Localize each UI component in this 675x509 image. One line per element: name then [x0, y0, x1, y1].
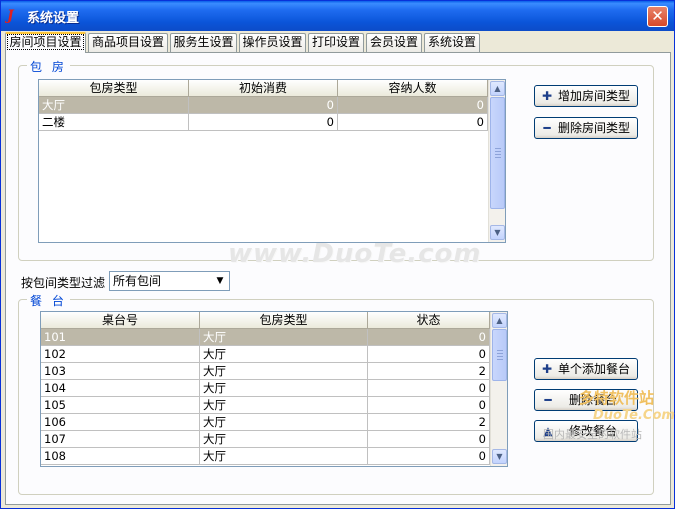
table-row[interactable]: 106 大厅 2	[41, 414, 490, 431]
tab-member-settings[interactable]: 会员设置	[366, 33, 422, 52]
cell-status: 2	[368, 363, 490, 380]
dining-tables-grid[interactable]: 桌台号 包房类型 状态 101 大厅 0 102 大厅 0 103 大厅 2 1…	[40, 311, 508, 467]
scroll-thumb[interactable]	[492, 329, 507, 381]
cell-table-no: 101	[41, 329, 200, 346]
tab-goods-settings[interactable]: 商品项目设置	[88, 33, 168, 52]
cell-room-type: 大厅	[200, 431, 368, 448]
cell-room-type: 大厅	[200, 397, 368, 414]
column-header[interactable]: 桌台号	[41, 312, 200, 329]
cell-room-type: 大厅	[200, 380, 368, 397]
scroll-down-icon[interactable]: ▼	[492, 449, 507, 464]
cell-table-no: 107	[41, 431, 200, 448]
room-type-filter-select[interactable]: 所有包间 ▼	[109, 271, 230, 291]
table-row[interactable]: 102 大厅 0	[41, 346, 490, 363]
room-grid-scrollbar[interactable]: ▲ ▼	[488, 80, 505, 242]
cell-status: 0	[368, 448, 490, 465]
minus-icon: ━	[543, 121, 551, 135]
tab-system-settings[interactable]: 系统设置	[424, 33, 480, 52]
close-button[interactable]: ✕	[647, 6, 668, 27]
table-row[interactable]: 101 大厅 0	[41, 329, 490, 346]
cell-status: 0	[368, 329, 490, 346]
title-bar[interactable]: J 系统设置 ✕	[1, 1, 674, 31]
window-title: 系统设置	[27, 11, 80, 26]
settings-window: J 系统设置 ✕ 房间项目设置 商品项目设置 服务生设置 操作员设置 打印设置 …	[0, 0, 675, 509]
cell-min-spend: 0	[189, 114, 338, 131]
rooms-group-legend: 包 房	[27, 58, 70, 75]
cell-room-type: 大厅	[200, 363, 368, 380]
scroll-thumb[interactable]	[490, 97, 505, 209]
cell-capacity: 0	[338, 97, 488, 114]
room-types-grid[interactable]: 包房类型 初始消费 容纳人数 大厅 0 0 二楼 0 0 ▲ ▼	[38, 79, 506, 243]
cell-room-type: 大厅	[200, 448, 368, 465]
cell-min-spend: 0	[189, 97, 338, 114]
tab-waiter-settings[interactable]: 服务生设置	[170, 33, 237, 52]
cell-room-type: 大厅	[200, 329, 368, 346]
table-row[interactable]: 105 大厅 0	[41, 397, 490, 414]
tables-grid-scrollbar[interactable]: ▲ ▼	[490, 312, 507, 466]
tab-room-settings[interactable]: 房间项目设置	[5, 32, 86, 53]
cell-status: 0	[368, 380, 490, 397]
cell-table-no: 103	[41, 363, 200, 380]
scroll-up-icon[interactable]: ▲	[492, 313, 507, 328]
watermark-slogan: 国内最安全的软件站	[543, 428, 642, 441]
cell-capacity: 0	[338, 114, 488, 131]
cell-status: 2	[368, 414, 490, 431]
cell-room-type: 大厅	[200, 414, 368, 431]
table-row[interactable]: 103 大厅 2	[41, 363, 490, 380]
watermark-text: www.DuoTe.com	[228, 239, 482, 269]
tables-grid-header: 桌台号 包房类型 状态	[41, 312, 490, 329]
add-room-type-button[interactable]: ✚ 增加房间类型	[534, 85, 638, 107]
plus-icon: ✚	[541, 89, 553, 103]
tab-print-settings[interactable]: 打印设置	[308, 33, 364, 52]
watermark-site-name: 多特软件站	[579, 389, 655, 407]
cell-room-type: 大厅	[200, 346, 368, 363]
app-logo-icon: J	[7, 8, 14, 24]
cell-table-no: 102	[41, 346, 200, 363]
table-row[interactable]: 二楼 0 0	[39, 114, 488, 131]
column-header[interactable]: 包房类型	[200, 312, 368, 329]
cell-room-type: 二楼	[39, 114, 189, 131]
table-row[interactable]: 107 大厅 0	[41, 431, 490, 448]
column-header[interactable]: 容纳人数	[338, 80, 488, 97]
table-row[interactable]: 108 大厅 0	[41, 448, 490, 465]
column-header[interactable]: 初始消费	[189, 80, 338, 97]
cell-table-no: 105	[41, 397, 200, 414]
room-grid-header: 包房类型 初始消费 容纳人数	[39, 80, 488, 97]
cell-status: 0	[368, 397, 490, 414]
cell-table-no: 108	[41, 448, 200, 465]
chevron-down-icon[interactable]: ▼	[212, 273, 228, 289]
watermark-domain: DuoTe.Com	[593, 408, 675, 423]
cell-status: 0	[368, 346, 490, 363]
table-row[interactable]: 104 大厅 0	[41, 380, 490, 397]
delete-room-type-button[interactable]: ━ 删除房间类型	[534, 117, 638, 139]
cell-room-type: 大厅	[39, 97, 189, 114]
add-dining-table-button[interactable]: ✚ 单个添加餐台	[534, 358, 638, 380]
minus-icon: ━	[544, 393, 552, 407]
scroll-down-icon[interactable]: ▼	[490, 225, 505, 240]
filter-label: 按包间类型过滤	[21, 276, 106, 290]
cell-table-no: 106	[41, 414, 200, 431]
plus-icon: ✚	[541, 362, 553, 376]
column-header[interactable]: 包房类型	[39, 80, 189, 97]
cell-status: 0	[368, 431, 490, 448]
scroll-up-icon[interactable]: ▲	[490, 81, 505, 96]
column-header[interactable]: 状态	[368, 312, 490, 329]
tables-group-legend: 餐 台	[27, 292, 70, 309]
table-row[interactable]: 大厅 0 0	[39, 97, 488, 114]
cell-table-no: 104	[41, 380, 200, 397]
tab-operator-settings[interactable]: 操作员设置	[239, 33, 306, 52]
